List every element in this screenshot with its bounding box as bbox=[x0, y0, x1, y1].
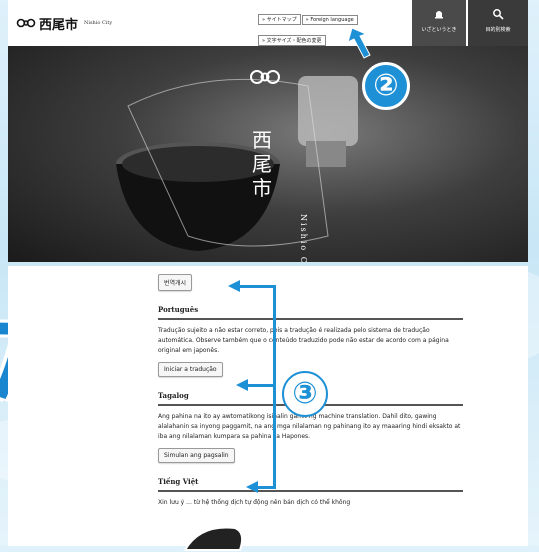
hero-subtitle: Nishio City bbox=[299, 214, 308, 262]
sitemap-label: サイトマップ bbox=[266, 17, 297, 23]
portuguese-notice: Tradução sujeito a não estar correto, po… bbox=[158, 327, 449, 354]
site-logo[interactable]: 西尾市 Nishio City bbox=[16, 14, 112, 33]
emergency-label: いざというとき bbox=[421, 27, 457, 33]
hero-image: 西尾市 Nishio City bbox=[8, 46, 528, 262]
bracket-line bbox=[244, 384, 276, 387]
step-badge-3: ③ bbox=[282, 371, 328, 417]
tagalog-notice: Ang pahina na ito ay awtomatikong isinal… bbox=[158, 413, 461, 440]
alert-bell-icon bbox=[435, 11, 443, 19]
city-emblem-icon bbox=[250, 70, 280, 84]
hero-title: 西尾市 bbox=[252, 128, 272, 200]
translation-panel-screenshot: 번역개시 Português Tradução sujeito a não es… bbox=[8, 266, 528, 546]
text-size-color-label: 文字サイズ・配色の変更 bbox=[266, 38, 322, 44]
section-title-vietnamese: Tiếng Việt bbox=[158, 477, 463, 492]
logo-title: 西尾市 bbox=[39, 17, 79, 33]
arrow-head-icon bbox=[228, 280, 240, 292]
arrow-head-icon bbox=[246, 481, 258, 493]
purpose-search-button[interactable]: 目的別検索 bbox=[468, 0, 528, 46]
bracket-line bbox=[236, 285, 276, 288]
sitemap-link[interactable]: » サイトマップ bbox=[258, 14, 301, 25]
decorative-icon bbox=[183, 526, 244, 551]
site-header: 西尾市 Nishio City » サイトマップ» Foreign langua… bbox=[8, 0, 528, 46]
foreign-language-link[interactable]: » Foreign language bbox=[301, 15, 358, 25]
step-badge-2: ② bbox=[362, 62, 410, 110]
bracket-line bbox=[273, 285, 276, 489]
nishio-emblem-icon bbox=[16, 18, 36, 28]
search-label: 目的別検索 bbox=[485, 27, 511, 33]
logo-subtitle: Nishio City bbox=[84, 20, 113, 26]
foreign-language-label: Foreign language bbox=[310, 17, 354, 23]
section-title-portuguese: Português bbox=[158, 305, 463, 320]
tagalog-translate-button[interactable]: Simulan ang pagsalin bbox=[158, 448, 235, 463]
emergency-button[interactable]: いざというとき bbox=[412, 0, 466, 46]
korean-translate-button[interactable]: 번역개시 bbox=[158, 274, 193, 291]
portuguese-translate-button[interactable]: Iniciar a tradução bbox=[158, 362, 223, 377]
site-top-screenshot: 西尾市 Nishio City » サイトマップ» Foreign langua… bbox=[8, 0, 528, 262]
text-size-color-link[interactable]: » 文字サイズ・配色の変更 bbox=[258, 35, 326, 46]
arrow-head-icon bbox=[236, 379, 248, 391]
search-icon bbox=[493, 9, 504, 20]
vietnamese-notice: Xin lưu ý ... từ hệ thống dịch tự động n… bbox=[158, 499, 351, 506]
